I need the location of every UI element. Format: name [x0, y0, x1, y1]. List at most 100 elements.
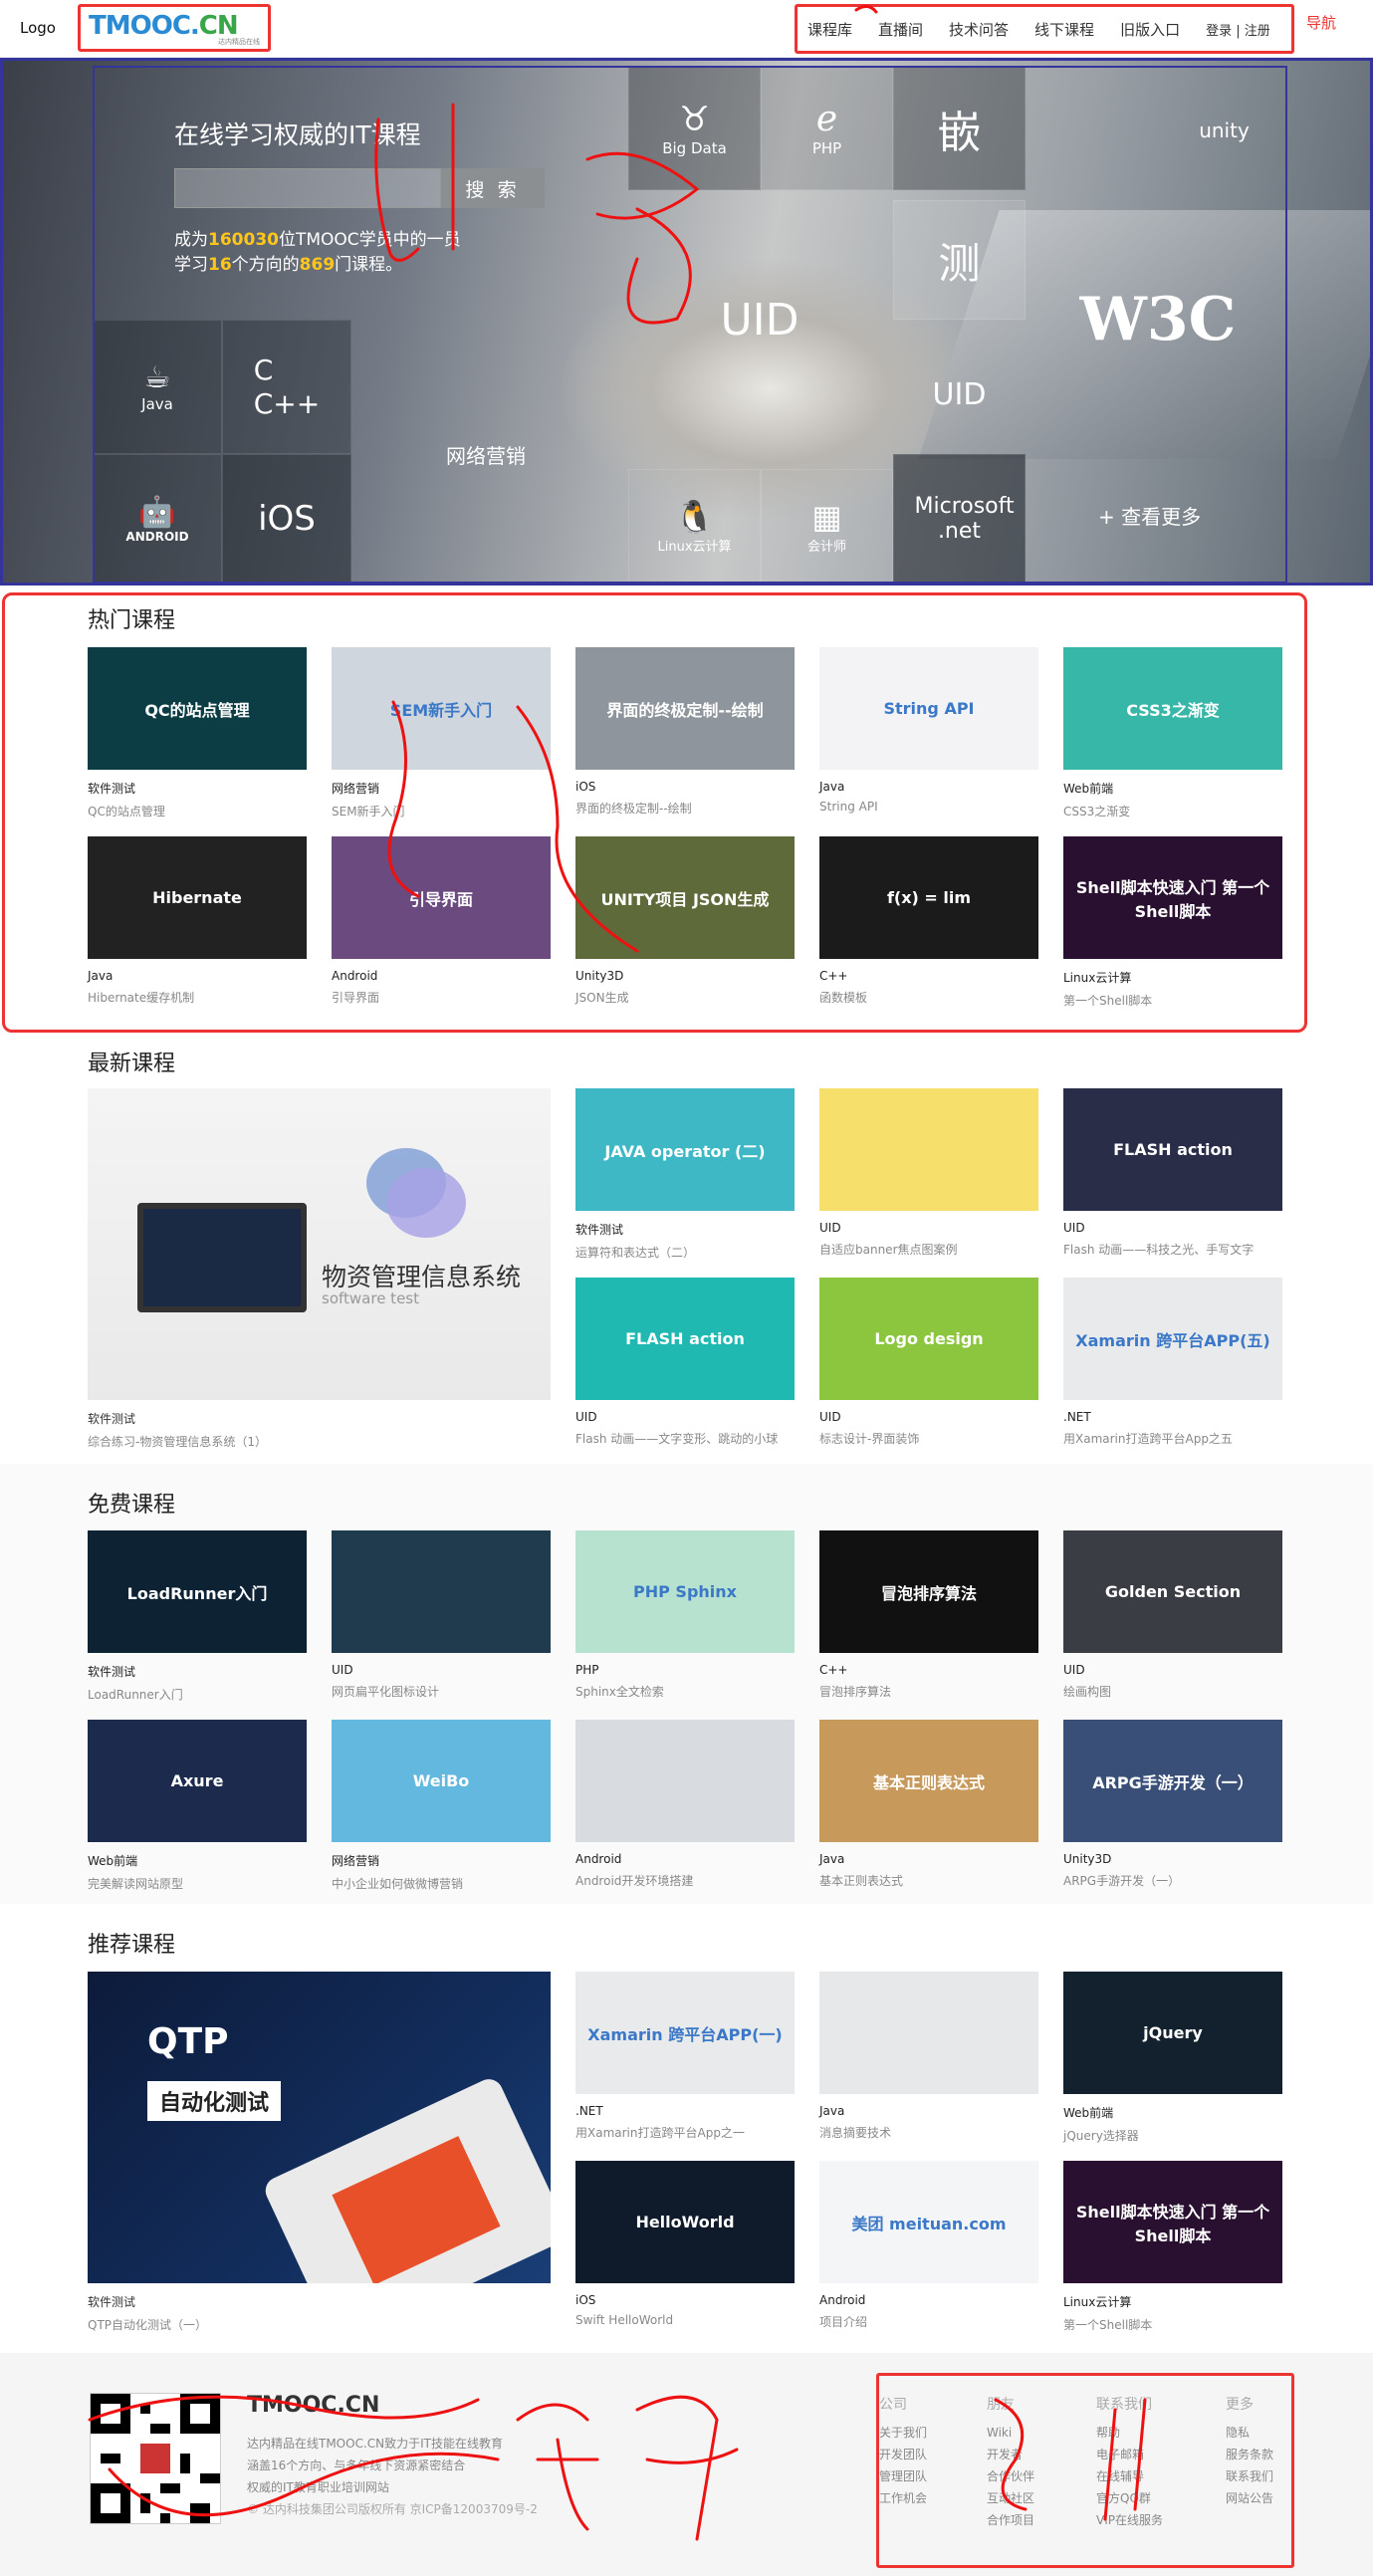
- footer-link[interactable]: 开发者: [987, 2444, 1034, 2465]
- course-name: Swift HelloWorld: [575, 2313, 674, 2327]
- latest-course-card[interactable]: FLASH action UID Flash 动画——科技之光、手写文字: [1063, 1088, 1282, 1258]
- nav-offline[interactable]: 线下课程: [1034, 19, 1094, 40]
- hot-course-card[interactable]: 引导界面 Android 引导界面: [332, 836, 551, 1006]
- course-name: 用Xamarin打造跨平台App之五: [1063, 1432, 1233, 1446]
- footer-link[interactable]: 管理团队: [879, 2465, 927, 2487]
- course-thumbnail: f(x) = lim: [819, 836, 1038, 959]
- footer-link[interactable]: 帮助: [1096, 2422, 1163, 2444]
- recommend-course-card[interactable]: Shell脚本快速入门 第一个Shell脚本 Linux云计算 第一个Shell脚本: [1063, 2161, 1282, 2333]
- latest-course-card[interactable]: UID 自适应banner焦点图案例: [819, 1088, 1038, 1258]
- recommend-course-card[interactable]: 美团 meituan.com Android 项目介绍: [819, 2161, 1038, 2330]
- footer-link[interactable]: 隐私: [1226, 2422, 1273, 2444]
- footer-link[interactable]: VIP在线服务: [1096, 2509, 1163, 2531]
- free-course-card[interactable]: WeiBo 网络营销 中小企业如何做微博营销: [332, 1720, 551, 1892]
- course-category: 软件测试: [575, 1223, 624, 1237]
- free-course-card[interactable]: LoadRunner入门 软件测试 LoadRunner入门: [88, 1530, 307, 1703]
- hot-course-card[interactable]: CSS3之渐变 Web前端 CSS3之渐变: [1063, 647, 1282, 820]
- free-course-card[interactable]: UID 网页扁平化图标设计: [332, 1530, 551, 1700]
- course-name: SEM新手入门: [332, 805, 405, 819]
- free-title: 免费课程: [88, 1493, 176, 1518]
- latest-course-card[interactable]: Xamarin 跨平台APP(五) .NET 用Xamarin打造跨平台App之五: [1063, 1278, 1282, 1447]
- search-button[interactable]: 搜 索: [441, 168, 545, 208]
- qr-code-icon: [91, 2394, 220, 2523]
- course-thumbnail: Golden Section: [1063, 1530, 1282, 1653]
- course-name: JSON生成: [575, 991, 629, 1005]
- recommend-course-card[interactable]: jQuery Web前端 jQuery选择器: [1063, 1972, 1282, 2144]
- thumbnail-caption: [435, 1586, 447, 1598]
- recommend-big-image: QTP 自动化测试: [88, 1972, 551, 2283]
- course-name: Hibernate缓存机制: [88, 991, 195, 1005]
- recommend-course-card[interactable]: HelloWorld iOS Swift HelloWorld: [575, 2161, 795, 2327]
- thumbnail-caption: SEM新手入门: [389, 700, 493, 720]
- footer-link[interactable]: 网站公告: [1226, 2487, 1273, 2509]
- footer-link[interactable]: 官方QQ群: [1096, 2487, 1163, 2509]
- hot-course-card[interactable]: SEM新手入门 网络营销 SEM新手入门: [332, 647, 551, 820]
- site-logo[interactable]: TMOOC.CN 达内精品在线: [78, 4, 271, 52]
- course-category: Unity3D: [575, 969, 624, 983]
- hot-course-card[interactable]: Shell脚本快速入门 第一个Shell脚本 Linux云计算 第一个Shell脚本: [1063, 836, 1282, 1009]
- thumbnail-caption: jQuery: [1143, 2023, 1203, 2042]
- footer-link[interactable]: 工作机会: [879, 2487, 927, 2509]
- thumbnail-caption: HelloWorld: [635, 2213, 735, 2231]
- course-thumbnail: 基本正则表达式: [819, 1720, 1038, 1842]
- course-category: UID: [1063, 1663, 1085, 1677]
- course-category: 网络营销: [332, 782, 380, 796]
- footer-link[interactable]: 在线辅导: [1096, 2465, 1163, 2487]
- footer-link[interactable]: 合作伙伴: [987, 2465, 1034, 2487]
- footer-link[interactable]: 关于我们: [879, 2422, 927, 2444]
- login-register-link[interactable]: 登录 | 注册: [1206, 20, 1270, 39]
- nav-course-library[interactable]: 课程库: [807, 19, 852, 40]
- nav-qa[interactable]: 技术问答: [949, 19, 1009, 40]
- hot-course-card[interactable]: 界面的终极定制--绘制 iOS 界面的终极定制--绘制: [575, 647, 795, 817]
- recommend-course-card[interactable]: Java 消息摘要技术: [819, 1972, 1038, 2141]
- free-course-card[interactable]: ARPG手游开发（一） Unity3D ARPG手游开发（一）: [1063, 1720, 1282, 1889]
- course-name: 第一个Shell脚本: [1063, 994, 1153, 1008]
- footer-link[interactable]: 电子邮箱: [1096, 2444, 1163, 2465]
- thumbnail-caption: PHP Sphinx: [633, 1582, 737, 1601]
- recommend-big-card[interactable]: QTP 自动化测试 软件测试 QTP自动化测试（一）: [88, 1972, 551, 2333]
- hot-course-card[interactable]: Hibernate Java Hibernate缓存机制: [88, 836, 307, 1006]
- hot-course-card[interactable]: UNITY项目 JSON生成 Unity3D JSON生成: [575, 836, 795, 1006]
- recommend-course-card[interactable]: Xamarin 跨平台APP(一) .NET 用Xamarin打造跨平台App之一: [575, 1972, 795, 2141]
- latest-course-card[interactable]: Logo design UID 标志设计-界面装饰: [819, 1278, 1038, 1447]
- course-category: Android: [819, 2293, 866, 2307]
- hot-title: 热门课程: [88, 608, 176, 633]
- latest-course-card[interactable]: FLASH action UID Flash 动画——文字变形、跳动的小球: [575, 1278, 795, 1447]
- hot-course-card[interactable]: QC的站点管理 软件测试 QC的站点管理: [88, 647, 307, 820]
- footer-link[interactable]: 联系我们: [1226, 2465, 1273, 2487]
- free-course-card[interactable]: Golden Section UID 绘画构图: [1063, 1530, 1282, 1700]
- course-thumbnail: 冒泡排序算法: [819, 1530, 1038, 1653]
- free-course-card[interactable]: PHP Sphinx PHP Sphinx全文检索: [575, 1530, 795, 1700]
- course-category: C++: [819, 969, 848, 983]
- free-course-card[interactable]: Android Android开发环境搭建: [575, 1720, 795, 1889]
- hot-course-card[interactable]: f(x) = lim C++ 函数模板: [819, 836, 1038, 1006]
- latest-big-card[interactable]: 物资管理信息系统 software test 软件测试 综合练习-物资管理信息系…: [88, 1088, 551, 1450]
- free-course-card[interactable]: 冒泡排序算法 C++ 冒泡排序算法: [819, 1530, 1038, 1700]
- footer-link[interactable]: 互动社区: [987, 2487, 1034, 2509]
- view-more-link[interactable]: + 查看更多: [1098, 501, 1201, 530]
- course-thumbnail: FLASH action: [1063, 1088, 1282, 1211]
- free-course-card[interactable]: 基本正则表达式 Java 基本正则表达式: [819, 1720, 1038, 1889]
- course-thumbnail: 界面的终极定制--绘制: [575, 647, 795, 770]
- footer-link[interactable]: 开发团队: [879, 2444, 927, 2465]
- nav-live[interactable]: 直播间: [878, 19, 923, 40]
- course-thumbnail: UNITY项目 JSON生成: [575, 836, 795, 959]
- course-category: Web前端: [88, 1854, 138, 1868]
- search-input[interactable]: [174, 168, 441, 208]
- latest-course-card[interactable]: JAVA operator (二) 软件测试 运算符和表达式（二）: [575, 1088, 795, 1261]
- thumbnail-caption: 冒泡排序算法: [880, 1583, 977, 1603]
- nav-old-version[interactable]: 旧版入口: [1120, 19, 1180, 40]
- course-category: Linux云计算: [1063, 971, 1132, 985]
- footer-link[interactable]: Wiki: [987, 2422, 1034, 2444]
- course-thumbnail: Xamarin 跨平台APP(一): [575, 1972, 795, 2094]
- hot-course-card[interactable]: String API Java String API: [819, 647, 1038, 814]
- course-category: Web前端: [1063, 782, 1114, 796]
- course-name: Flash 动画——文字变形、跳动的小球: [575, 1432, 779, 1446]
- course-name: 基本正则表达式: [819, 1874, 904, 1888]
- course-category: UID: [332, 1663, 353, 1677]
- footer-link[interactable]: 服务条款: [1226, 2444, 1273, 2465]
- course-category: iOS: [575, 780, 596, 794]
- free-course-card[interactable]: Axure Web前端 完美解读网站原型: [88, 1720, 307, 1892]
- footer-link[interactable]: 合作项目: [987, 2509, 1034, 2531]
- course-category: Android: [332, 969, 378, 983]
